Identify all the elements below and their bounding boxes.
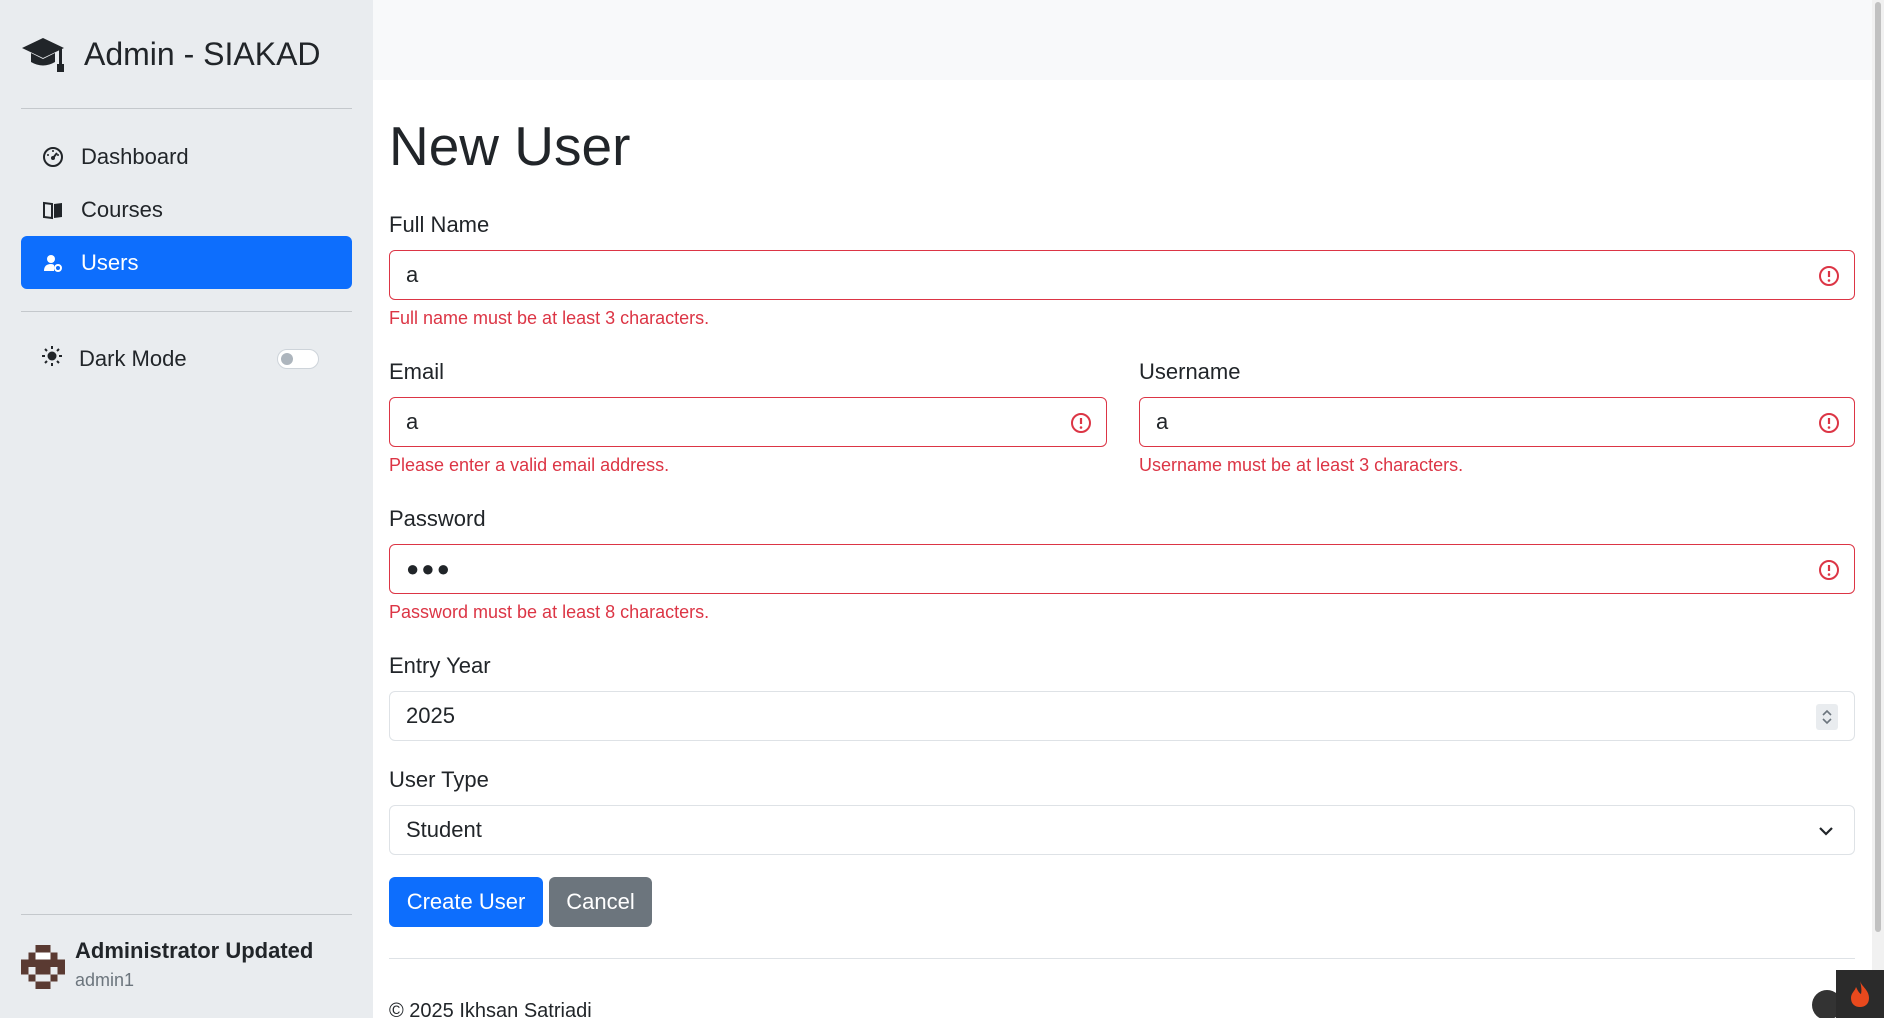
user-handle: admin1: [75, 970, 135, 990]
speedometer-icon: [41, 145, 65, 169]
email-field[interactable]: a: [389, 397, 1107, 447]
sidebar-item-label: Dashboard: [81, 143, 189, 169]
user-type-label: User Type: [389, 767, 489, 792]
user-name: Administrator Updated: [75, 938, 314, 963]
graduation-cap-icon: [20, 31, 66, 77]
sidebar-item-label: Courses: [81, 196, 163, 222]
entry-year-label: Entry Year: [389, 653, 491, 678]
number-spinner[interactable]: [1816, 704, 1838, 730]
full-name-label: Full Name: [389, 212, 490, 237]
entry-year-value: 2025: [406, 703, 455, 728]
dark-mode-row: Dark Mode: [21, 336, 352, 382]
brand[interactable]: Admin - SIAKAD: [20, 30, 321, 78]
page-scrollbar[interactable]: [1872, 0, 1884, 1018]
sidebar-divider: [21, 914, 352, 915]
error-icon: [1071, 413, 1091, 433]
sidebar-item-users[interactable]: Users: [21, 236, 352, 289]
username-error: Username must be at least 3 characters.: [1139, 455, 1464, 475]
username-label: Username: [1139, 359, 1241, 384]
scrollbar-thumb[interactable]: [1875, 2, 1881, 932]
sidebar-item-dashboard[interactable]: Dashboard: [21, 130, 352, 183]
user-profile[interactable]: Administrator Updated admin1: [21, 937, 313, 995]
sidebar: Admin - SIAKAD Dashboard Courses Users D…: [0, 0, 373, 1018]
sidebar-nav: Dashboard Courses Users: [21, 130, 352, 289]
user-gear-icon: [41, 251, 65, 275]
footer-copyright: © 2025 Ikhsan Satriadi: [389, 1000, 592, 1018]
cancel-button[interactable]: Cancel: [549, 877, 652, 927]
chevron-down-icon: [1819, 827, 1833, 836]
email-error: Please enter a valid email address.: [389, 455, 670, 475]
flame-icon: [1851, 981, 1869, 1007]
password-value: ●●●: [406, 556, 452, 581]
dark-mode-label: Dark Mode: [79, 346, 187, 371]
entry-year-input[interactable]: 2025: [389, 691, 1855, 741]
password-error: Password must be at least 8 characters.: [389, 602, 710, 622]
username-value: a: [1156, 409, 1169, 434]
email-label: Email: [389, 359, 445, 384]
sidebar-item-courses[interactable]: Courses: [21, 183, 352, 236]
top-bar: [373, 0, 1873, 80]
sidebar-divider: [21, 108, 352, 109]
password-field[interactable]: ●●●: [389, 544, 1855, 594]
page-title: New User: [389, 115, 631, 177]
full-name-value: a: [406, 262, 419, 287]
error-icon: [1819, 266, 1839, 286]
sidebar-item-label: Users: [81, 249, 139, 275]
user-type-select[interactable]: Student: [389, 805, 1855, 855]
brand-title: Admin - SIAKAD: [84, 35, 321, 72]
user-type-value: Student: [406, 817, 482, 842]
full-name-error: Full name must be at least 3 characters.: [389, 308, 710, 328]
avatar: [21, 945, 65, 989]
error-icon: [1819, 560, 1839, 580]
debug-toolbar-button[interactable]: [1836, 970, 1884, 1018]
create-user-button[interactable]: Create User: [389, 877, 543, 927]
book-icon: [41, 198, 65, 222]
sun-icon: [41, 345, 63, 373]
username-field[interactable]: a: [1139, 397, 1855, 447]
password-label: Password: [389, 506, 486, 531]
dark-mode-toggle[interactable]: [277, 349, 319, 369]
sidebar-divider: [21, 311, 352, 312]
full-name-input[interactable]: a: [389, 250, 1855, 300]
spinner-arrows-icon: [1822, 709, 1832, 725]
footer-divider: [389, 958, 1855, 959]
error-icon: [1819, 413, 1839, 433]
email-value: a: [406, 409, 419, 434]
